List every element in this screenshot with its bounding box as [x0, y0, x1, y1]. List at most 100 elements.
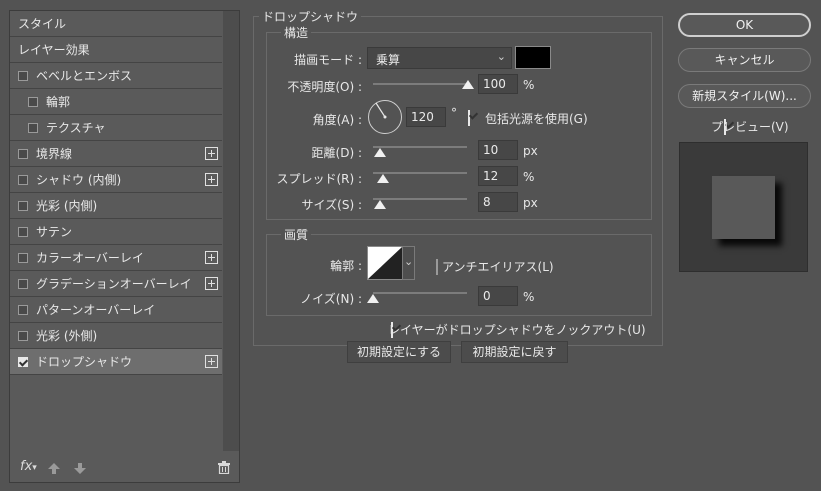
add-color-overlay-icon[interactable] [205, 251, 218, 264]
style-list-panel: スタイル レイヤー効果 ベベルとエンボス 輪郭 テクスチャ 境界線 シャドウ (… [9, 10, 240, 483]
outer-glow-checkbox[interactable] [18, 330, 28, 341]
contour-dropdown-button[interactable]: ⌄ [402, 246, 415, 280]
style-list-item-contour[interactable]: 輪郭 [10, 89, 222, 115]
antialias-label: アンチエイリアス(L) [442, 260, 554, 274]
drop-shadow-title: ドロップシャドウ [259, 8, 362, 25]
inner-glow-checkbox[interactable] [18, 200, 28, 211]
style-list-item-label: パターンオーバーレイ [36, 303, 156, 317]
contour-picker[interactable] [367, 246, 403, 280]
fx-label: fx [20, 459, 33, 474]
distance-slider-track[interactable] [373, 146, 467, 148]
style-list-item-label: 境界線 [36, 147, 73, 161]
add-gradient-overlay-icon[interactable] [205, 277, 218, 290]
global-light-label: 包括光源を使用(G) [485, 112, 588, 126]
move-up-arrow-icon[interactable] [48, 463, 60, 474]
style-list-item-gradient-overlay[interactable]: グラデーションオーバーレイ [10, 271, 222, 297]
style-list-item-label: 光彩 (内側) [36, 199, 98, 213]
noise-slider-track[interactable] [373, 292, 467, 294]
style-list-item-label: カラーオーバーレイ [36, 251, 144, 265]
style-list-item-label: グラデーションオーバーレイ [36, 277, 192, 291]
opacity-input[interactable]: 100 [478, 74, 518, 94]
spread-input[interactable]: 12 [478, 166, 518, 186]
opacity-slider-thumb[interactable] [462, 80, 474, 89]
style-list-item-outer-glow[interactable]: 光彩 (外側) [10, 323, 222, 349]
distance-slider-thumb[interactable] [374, 148, 386, 157]
size-slider-track[interactable] [373, 198, 467, 200]
noise-input[interactable]: 0 [478, 286, 518, 306]
reset-default-button[interactable]: 初期設定に戻す [461, 341, 568, 363]
drop-shadow-checkbox[interactable] [18, 356, 28, 367]
size-input[interactable]: 8 [478, 192, 518, 212]
preview-label: プレビュー(V) [711, 120, 789, 134]
size-unit: px [523, 196, 538, 210]
texture-checkbox[interactable] [28, 122, 38, 133]
trash-icon[interactable] [218, 461, 230, 474]
style-list-item-label: レイヤー効果 [18, 43, 90, 57]
style-list-item-inner-glow[interactable]: 光彩 (内側) [10, 193, 222, 219]
style-list-item-stroke[interactable]: 境界線 [10, 141, 222, 167]
style-list-item-label: 輪郭 [46, 95, 71, 109]
bevel-emboss-checkbox[interactable] [18, 70, 28, 81]
blend-mode-value: 乗算 [376, 53, 401, 67]
gradient-overlay-checkbox[interactable] [18, 278, 28, 289]
angle-input[interactable]: 120 [406, 107, 446, 127]
contour-checkbox[interactable] [28, 96, 38, 107]
stroke-checkbox[interactable] [18, 148, 28, 159]
add-stroke-icon[interactable] [205, 147, 218, 160]
style-list-item-texture[interactable]: テクスチャ [10, 115, 222, 141]
noise-label: ノイズ(N) : [300, 292, 362, 306]
style-list-item-satin[interactable]: サテン [10, 219, 222, 245]
blend-mode-select[interactable]: 乗算 ⌄ [367, 47, 512, 69]
style-list-item-styles[interactable]: スタイル [10, 11, 222, 37]
chevron-down-icon: ⌄ [404, 255, 414, 268]
global-light-checkbox[interactable] [468, 110, 470, 126]
preview-swatch [712, 176, 775, 239]
size-label: サイズ(S) : [301, 198, 362, 212]
style-list-scrollbar[interactable] [223, 11, 239, 451]
style-list-item-label: テクスチャ [46, 121, 106, 135]
style-list-item-label: スタイル [18, 17, 67, 31]
blend-mode-label: 描画モード : [294, 53, 362, 67]
shadow-color-swatch[interactable] [515, 46, 551, 69]
make-default-button[interactable]: 初期設定にする [347, 341, 451, 363]
cancel-button[interactable]: キャンセル [678, 48, 811, 72]
style-list-item-label: ドロップシャドウ [36, 355, 133, 369]
spread-label: スプレッド(R) : [276, 172, 362, 186]
inner-shadow-checkbox[interactable] [18, 174, 28, 185]
style-list-item-layer-effects[interactable]: レイヤー効果 [10, 37, 222, 63]
pattern-overlay-checkbox[interactable] [18, 304, 28, 315]
style-list-item-label: シャドウ (内側) [36, 173, 122, 187]
fx-icon[interactable]: fx▾ [20, 459, 37, 474]
style-list-item-color-overlay[interactable]: カラーオーバーレイ [10, 245, 222, 271]
style-list-item-pattern-overlay[interactable]: パターンオーバーレイ [10, 297, 222, 323]
ok-button[interactable]: OK [678, 13, 811, 37]
antialias-checkbox[interactable] [436, 259, 438, 275]
satin-checkbox[interactable] [18, 226, 28, 237]
color-overlay-checkbox[interactable] [18, 252, 28, 263]
style-list-item-label: 光彩 (外側) [36, 329, 98, 343]
size-slider-thumb[interactable] [374, 200, 386, 209]
linear-contour-icon [368, 247, 402, 279]
spread-slider-thumb[interactable] [377, 174, 389, 183]
distance-input[interactable]: 10 [478, 140, 518, 160]
style-list-item-drop-shadow[interactable]: ドロップシャドウ [10, 349, 222, 375]
new-style-button[interactable]: 新規スタイル(W)... [678, 84, 811, 108]
move-down-arrow-icon[interactable] [74, 463, 86, 474]
spread-unit: % [523, 170, 535, 184]
angle-dial[interactable] [367, 99, 403, 135]
preview-box [679, 142, 808, 272]
style-list-item-inner-shadow[interactable]: シャドウ (内側) [10, 167, 222, 193]
style-list-item-label: サテン [36, 225, 73, 239]
opacity-unit: % [523, 78, 535, 92]
noise-unit: % [523, 290, 535, 304]
noise-slider-thumb[interactable] [367, 294, 379, 303]
style-list-item-bevel-emboss[interactable]: ベベルとエンボス [10, 63, 222, 89]
angle-label: 角度(A) : [312, 113, 362, 127]
add-inner-shadow-icon[interactable] [205, 173, 218, 186]
structure-title: 構造 [281, 24, 312, 41]
opacity-slider-track[interactable] [373, 83, 467, 85]
distance-unit: px [523, 144, 538, 158]
opacity-label: 不透明度(O) : [287, 80, 362, 94]
add-drop-shadow-icon[interactable] [205, 355, 218, 368]
style-list-item-label: ベベルとエンボス [36, 69, 133, 83]
